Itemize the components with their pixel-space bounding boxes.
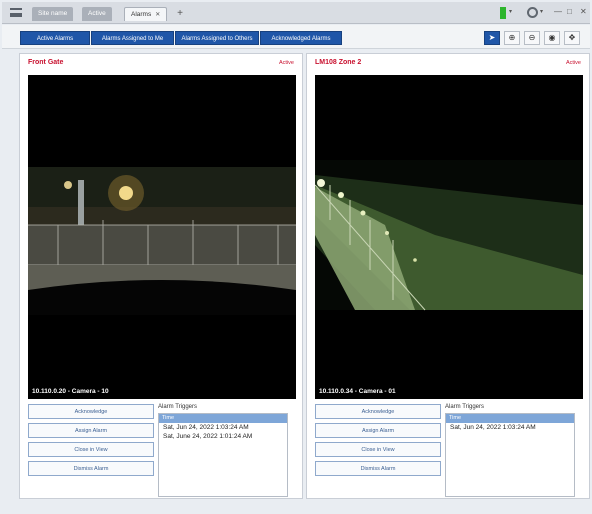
filter-assigned-to-me-button[interactable]: Alarms Assigned to Me — [91, 31, 174, 45]
menu-icon[interactable] — [10, 8, 22, 17]
alarm-panel-lm108-zone-2: LM108 Zone 2 Active 10.110.0.34 - Camera… — [306, 53, 590, 499]
close-tab-icon[interactable]: ✕ — [155, 12, 160, 18]
tab-site[interactable]: Site name — [32, 7, 74, 21]
close-button[interactable]: ✕ — [580, 7, 587, 16]
list-item[interactable]: Sat, Jun 24, 2022 1:03:24 AM — [446, 423, 574, 432]
camera-feed[interactable]: 10.110.0.20 - Camera - 10 — [28, 75, 296, 399]
assign-alarm-button[interactable]: Assign Alarm — [315, 423, 441, 438]
assign-alarm-button[interactable]: Assign Alarm — [28, 423, 154, 438]
move-icon[interactable]: ✥ — [564, 31, 580, 45]
camera-image — [315, 75, 583, 399]
status-badge: Active — [566, 60, 581, 66]
list-item[interactable]: Sat, Jun 24, 2022 1:03:24 AM — [159, 423, 287, 432]
tab-alarms-label: Alarms — [131, 11, 152, 18]
title-bar: Site name Active Alarms ✕ + ▾ ▾ — □ ✕ — [2, 2, 590, 24]
chevron-down-icon[interactable]: ▾ — [509, 8, 512, 15]
zoom-out-icon[interactable]: ⊖ — [524, 31, 540, 45]
add-tab-icon[interactable]: + — [174, 8, 186, 20]
alarm-triggers-list[interactable]: Time Sat, Jun 24, 2022 1:03:24 AM Sat, J… — [158, 413, 288, 497]
filter-assigned-to-others-button[interactable]: Alarms Assigned to Others — [175, 31, 259, 45]
tab-alarms[interactable]: Alarms ✕ — [124, 7, 168, 21]
alarm-panel-front-gate: Front Gate Active 10.110.0.20 - Camera -… — [19, 53, 303, 499]
acknowledge-button[interactable]: Acknowledge — [28, 404, 154, 419]
maximize-button[interactable]: □ — [567, 7, 572, 16]
panel-title: Front Gate — [28, 59, 64, 66]
close-in-view-button[interactable]: Close in View — [28, 442, 154, 457]
triggers-header: Time — [159, 414, 287, 423]
triggers-header: Time — [446, 414, 574, 423]
camera-image — [28, 75, 296, 399]
gear-icon[interactable] — [527, 7, 538, 18]
pan-icon[interactable]: ◉ — [544, 31, 560, 45]
zoom-in-icon[interactable]: ⊕ — [504, 31, 520, 45]
filter-active-alarms-button[interactable]: Active Alarms — [20, 31, 90, 45]
camera-feed[interactable]: 10.110.0.34 - Camera - 01 — [315, 75, 583, 399]
filter-acknowledged-button[interactable]: Acknowledged Alarms — [260, 31, 342, 45]
camera-caption: 10.110.0.20 - Camera - 10 — [32, 388, 109, 395]
filter-bar: Active Alarms Alarms Assigned to Me Alar… — [2, 25, 590, 49]
acknowledge-button[interactable]: Acknowledge — [315, 404, 441, 419]
panel-title: LM108 Zone 2 — [315, 59, 362, 66]
alarm-triggers: Alarm Triggers Time Sat, Jun 24, 2022 1:… — [445, 402, 575, 498]
status-badge: Active — [279, 60, 294, 66]
tab-active-label: Active — [88, 10, 106, 17]
close-in-view-button[interactable]: Close in View — [315, 442, 441, 457]
dismiss-alarm-button[interactable]: Dismiss Alarm — [28, 461, 154, 476]
tab-active[interactable]: Active — [82, 7, 112, 21]
alarm-triggers: Alarm Triggers Time Sat, Jun 24, 2022 1:… — [158, 402, 288, 498]
alarm-triggers-label: Alarm Triggers — [158, 404, 198, 410]
pointer-tool-icon[interactable]: ➤ — [484, 31, 500, 45]
alarm-triggers-label: Alarm Triggers — [445, 404, 485, 410]
chevron-down-icon[interactable]: ▾ — [540, 8, 543, 15]
dismiss-alarm-button[interactable]: Dismiss Alarm — [315, 461, 441, 476]
alarm-triggers-list[interactable]: Time Sat, Jun 24, 2022 1:03:24 AM — [445, 413, 575, 497]
minimize-button[interactable]: — — [554, 7, 562, 16]
list-item[interactable]: Sat, June 24, 2022 1:01:24 AM — [159, 432, 287, 441]
tab-site-label: Site name — [38, 10, 68, 17]
status-indicator-icon[interactable] — [500, 7, 506, 19]
camera-caption: 10.110.0.34 - Camera - 01 — [319, 388, 396, 395]
